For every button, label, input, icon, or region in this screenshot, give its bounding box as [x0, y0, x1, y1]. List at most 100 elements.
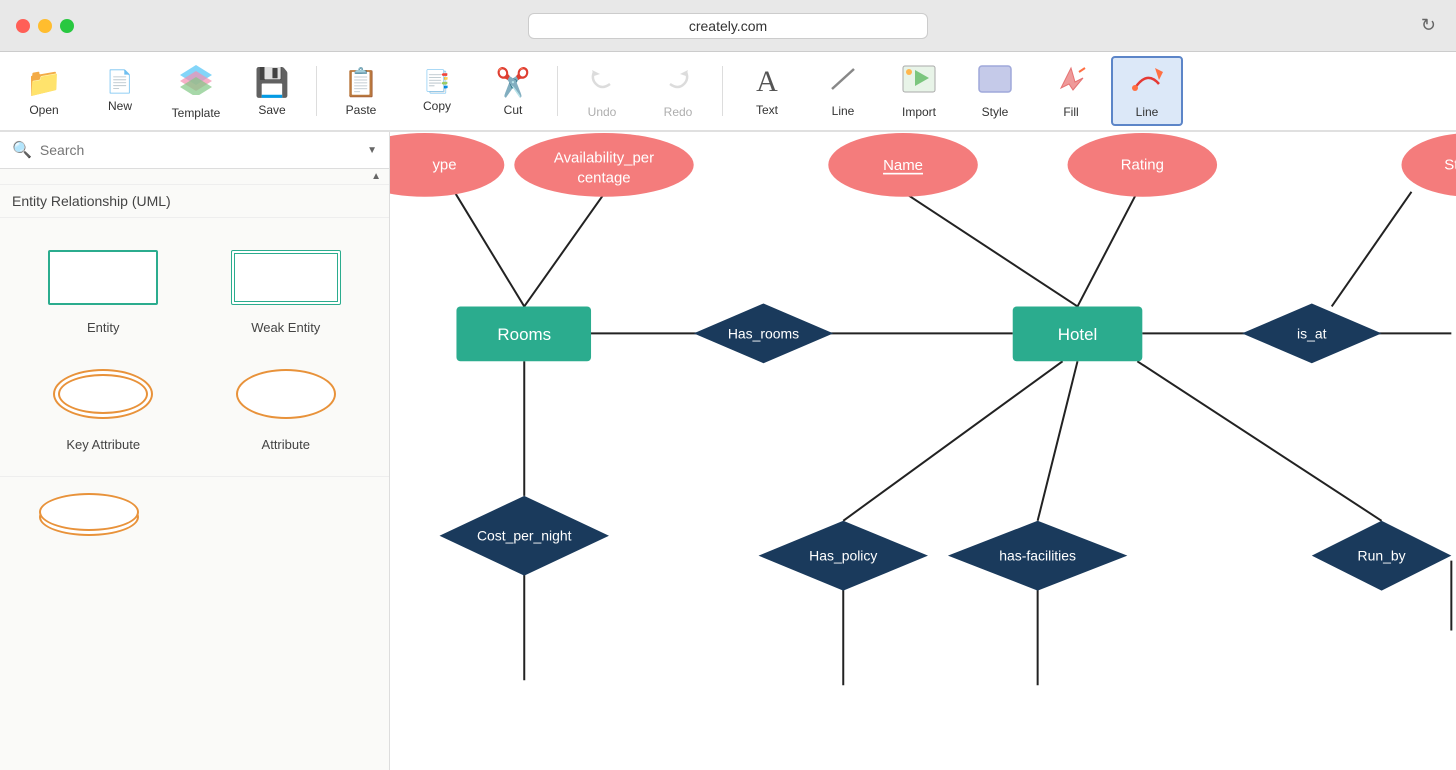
open-button[interactable]: 📁 Open: [8, 56, 80, 126]
redo-button[interactable]: Redo: [642, 56, 714, 126]
er-diagram: ype Availability_per centage Name Rating…: [390, 132, 1456, 770]
canvas-area[interactable]: ype Availability_per centage Name Rating…: [390, 132, 1456, 770]
text-icon: A: [756, 65, 778, 99]
text-button[interactable]: A Text: [731, 56, 803, 126]
line-active-label: Line: [1136, 105, 1159, 119]
line-label: Line: [832, 104, 855, 118]
import-button[interactable]: Import: [883, 56, 955, 126]
name-attr-label: Name: [883, 156, 923, 173]
entity-shape: [48, 250, 158, 305]
entity-label: Entity: [87, 320, 120, 335]
traffic-lights: [16, 19, 74, 33]
attr-label: Attribute: [262, 437, 310, 452]
minimize-button[interactable]: [38, 19, 52, 33]
address-bar[interactable]: creately.com: [528, 13, 928, 39]
search-input[interactable]: [40, 142, 359, 158]
shape-item-double-ellipse[interactable]: [16, 485, 162, 546]
fill-icon: [1053, 64, 1089, 101]
key-attr-label: Key Attribute: [66, 437, 140, 452]
more-shapes-row: [0, 476, 389, 546]
cut-icon: ✂️: [496, 66, 531, 99]
reload-button[interactable]: ↻: [1421, 15, 1436, 36]
titlebar: creately.com ↻: [0, 0, 1456, 52]
import-icon: [901, 64, 937, 101]
line-active-button[interactable]: Line: [1111, 56, 1183, 126]
toolbar: 📁 Open 📄 New Template 💾 Save 📋 Paste 📑 C…: [0, 52, 1456, 132]
line-button[interactable]: Line: [807, 56, 879, 126]
main-content: 🔍 ▼ ▲ Entity Relationship (UML) Entity: [0, 132, 1456, 770]
entity-canvas: [38, 242, 168, 312]
weak-entity-label: Weak Entity: [251, 320, 320, 335]
sidebar-category-title: Entity Relationship (UML): [0, 185, 389, 218]
undo-icon: [586, 64, 618, 101]
shapes-grid: Entity Weak Entity Key Attribute: [0, 218, 389, 476]
has-facilities-label: has-facilities: [999, 548, 1076, 564]
cut-button[interactable]: ✂️ Cut: [477, 56, 549, 126]
shape-item-weak-entity[interactable]: Weak Entity: [199, 234, 374, 343]
is-at-label: is_at: [1297, 325, 1327, 341]
save-icon: 💾: [255, 66, 290, 99]
scroll-up-area: ▲: [0, 169, 389, 185]
st-attr-label: St: [1444, 156, 1456, 173]
type-attr-label: ype: [432, 156, 456, 173]
copy-label: Copy: [423, 99, 451, 113]
search-caret: ▼: [367, 145, 377, 156]
text-label: Text: [756, 103, 778, 117]
fill-button[interactable]: Fill: [1035, 56, 1107, 126]
template-button[interactable]: Template: [160, 56, 232, 126]
shape-item-attribute[interactable]: Attribute: [199, 351, 374, 460]
rating-attr-label: Rating: [1121, 156, 1164, 173]
undo-label: Undo: [588, 105, 617, 119]
search-bar: 🔍 ▼: [0, 132, 389, 169]
paste-icon: 📋: [344, 66, 379, 99]
open-icon: 📁: [27, 66, 62, 99]
attr-canvas: [221, 359, 351, 429]
undo-button[interactable]: Undo: [566, 56, 638, 126]
style-button[interactable]: Style: [959, 56, 1031, 126]
double-ellipse-canvas: [24, 493, 154, 538]
key-attr-canvas: [38, 359, 168, 429]
save-label: Save: [258, 103, 285, 117]
new-label: New: [108, 99, 132, 113]
copy-button[interactable]: 📑 Copy: [401, 56, 473, 126]
cost-per-night-label: Cost_per_night: [477, 528, 572, 544]
sidebar: 🔍 ▼ ▲ Entity Relationship (UML) Entity: [0, 132, 390, 770]
attr-shape: [236, 369, 336, 419]
fill-label: Fill: [1063, 105, 1078, 119]
open-label: Open: [29, 103, 58, 117]
style-label: Style: [982, 105, 1009, 119]
line-active-icon: [1129, 64, 1165, 101]
has-policy-label: Has_policy: [809, 548, 877, 564]
scroll-up-arrow[interactable]: ▲: [371, 171, 381, 182]
run-by-label: Run_by: [1358, 548, 1406, 564]
availability-attr-label: Availability_per: [554, 149, 654, 166]
shape-item-key-attribute[interactable]: Key Attribute: [16, 351, 191, 460]
redo-label: Redo: [664, 105, 693, 119]
search-icon: 🔍: [12, 140, 32, 160]
save-button[interactable]: 💾 Save: [236, 56, 308, 126]
cut-label: Cut: [504, 103, 523, 117]
paste-button[interactable]: 📋 Paste: [325, 56, 397, 126]
weak-entity-shape: [231, 250, 341, 305]
weak-entity-canvas: [221, 242, 351, 312]
key-attr-shape: [53, 369, 153, 419]
separator-2: [557, 66, 558, 116]
double-ellipse-shape: [39, 493, 139, 538]
redo-icon: [662, 64, 694, 101]
separator-1: [316, 66, 317, 116]
shape-item-entity[interactable]: Entity: [16, 234, 191, 343]
hotel-entity-label: Hotel: [1058, 325, 1098, 344]
rooms-entity-label: Rooms: [497, 325, 551, 344]
template-label: Template: [172, 106, 221, 120]
import-label: Import: [902, 105, 936, 119]
separator-3: [722, 66, 723, 116]
new-icon: 📄: [106, 69, 133, 95]
template-icon: [178, 63, 214, 102]
maximize-button[interactable]: [60, 19, 74, 33]
close-button[interactable]: [16, 19, 30, 33]
new-button[interactable]: 📄 New: [84, 56, 156, 126]
paste-label: Paste: [346, 103, 377, 117]
style-icon: [977, 64, 1013, 101]
has-rooms-label: Has_rooms: [728, 325, 799, 341]
copy-icon: 📑: [423, 69, 450, 95]
